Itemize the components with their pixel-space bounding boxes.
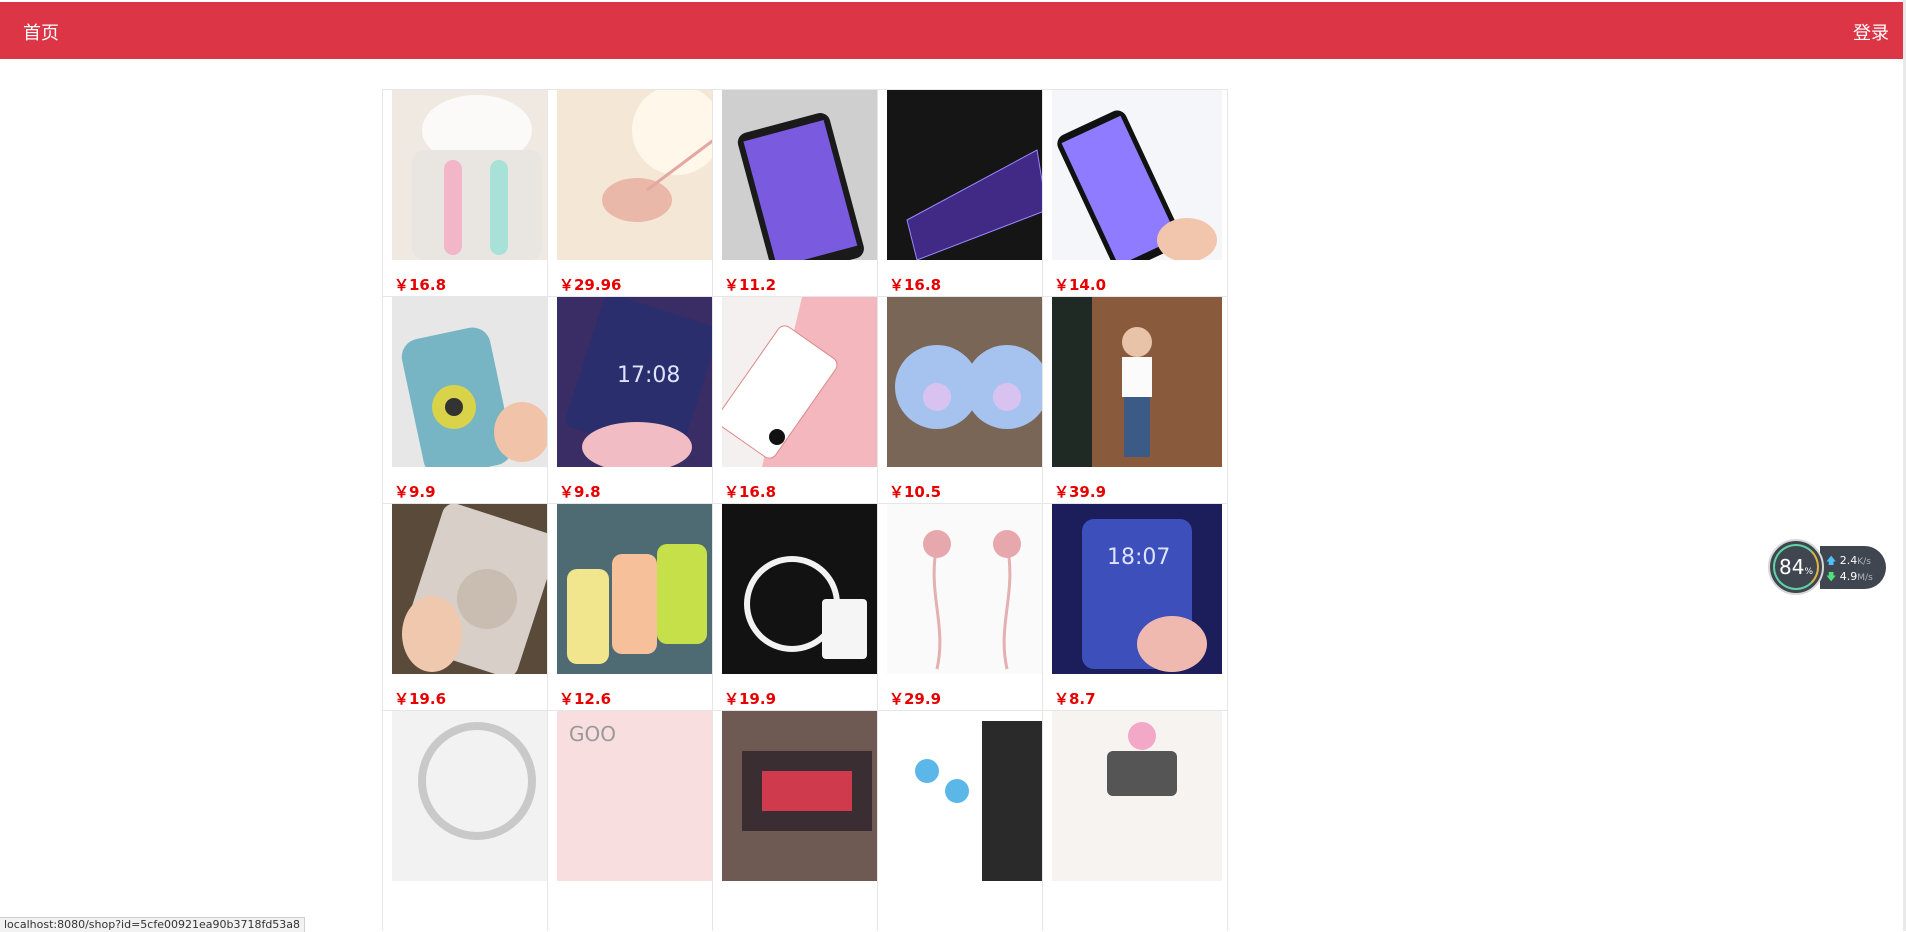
status-bar-url: localhost:8080/shop?id=5cfe00921ea90b371…: [0, 917, 306, 932]
upload-value: 2.4: [1839, 554, 1858, 567]
nav-home-link[interactable]: 首页: [23, 19, 59, 45]
svg-text:18:07: 18:07: [1107, 545, 1170, 570]
product-card[interactable]: ￥29.96超强重低音降噪带麦可通话调: [547, 89, 733, 317]
product-image[interactable]: [392, 711, 562, 881]
upload-arrow-icon: 🡅: [1826, 556, 1837, 567]
product-image[interactable]: [392, 297, 562, 467]
top-navbar: 首页 登录: [0, 2, 1903, 59]
product-image[interactable]: 17:08: [557, 297, 727, 467]
product-card[interactable]: ￥29.9【可调音量】通用入耳式耳机: [877, 503, 1063, 731]
upload-unit: K/s: [1857, 557, 1871, 567]
product-image[interactable]: [392, 504, 562, 674]
product-price: ￥8.7: [1054, 690, 1096, 708]
product-image[interactable]: [887, 90, 1057, 260]
product-image[interactable]: GOO: [557, 711, 727, 881]
product-card[interactable]: ￥39.9迷你蓝牙自拍杆三脚架苹果: [1042, 296, 1228, 524]
memory-percent-value: 84: [1779, 555, 1805, 579]
upload-speed: 🡅 2.4K/s: [1826, 554, 1871, 571]
product-image[interactable]: [887, 297, 1057, 467]
memory-percent: 84%: [1779, 555, 1813, 579]
product-card[interactable]: ￥19.9苹果x/8p充电线6s手机数据线: [712, 503, 898, 731]
product-price: ￥14.0: [1054, 276, 1107, 294]
product-image[interactable]: [392, 90, 562, 260]
product-card[interactable]: 17:08￥9.8买一送一型号全vivo钢化膜: [547, 296, 733, 524]
product-price: ￥9.8: [559, 483, 601, 501]
product-card[interactable]: ￥16.8苹果6plus全屏覆盖抗蓝光: [877, 89, 1063, 317]
product-image[interactable]: 18:07: [1052, 504, 1222, 674]
product-price: ￥19.9: [724, 690, 777, 708]
svg-text:GOO: GOO: [569, 722, 616, 746]
product-image[interactable]: [557, 504, 727, 674]
download-speed: 🡇 4.9M/s: [1826, 570, 1873, 587]
product-price: ￥10.5: [889, 483, 942, 501]
product-price: ￥29.96: [559, 276, 622, 294]
nav-login-link[interactable]: 登录: [1853, 19, 1889, 45]
product-card[interactable]: [382, 710, 568, 931]
product-image[interactable]: [722, 297, 892, 467]
product-card[interactable]: ￥12.6超薄4色磨砂纯色iPhone6S/7: [547, 503, 733, 731]
product-image[interactable]: [722, 504, 892, 674]
svg-text:17:08: 17:08: [617, 363, 680, 388]
product-card[interactable]: ￥9.9vivoy85 x23手机壳OPPOR15荣: [382, 296, 568, 524]
product-price: ￥19.6: [394, 690, 447, 708]
speed-panel: 🡅 2.4K/s 🡇 4.9M/s: [1820, 546, 1886, 589]
product-price: ￥11.2: [724, 276, 777, 294]
product-image[interactable]: [887, 504, 1057, 674]
product-card[interactable]: [712, 710, 898, 931]
product-price: ￥16.8: [394, 276, 447, 294]
product-price: ￥39.9: [1054, 483, 1107, 501]
memory-usage-gauge[interactable]: 84%: [1768, 539, 1824, 595]
product-price: ￥29.9: [889, 690, 942, 708]
product-price: ￥16.8: [889, 276, 942, 294]
product-price: ￥16.8: [724, 483, 777, 501]
product-price: ￥9.9: [394, 483, 436, 501]
product-card[interactable]: ￥19.6卡通蜡笔小新苹果7/8plus潮影: [382, 503, 568, 731]
memory-percent-unit: %: [1804, 567, 1814, 577]
download-arrow-icon: 🡇: [1826, 572, 1837, 583]
product-card[interactable]: ￥11.2抗蓝光OPPOR11全屏钢化膜r15: [712, 89, 898, 317]
product-card[interactable]: 18:07￥8.7苹果5/5s/6/6s6Plus弧边钢化膜: [1042, 503, 1228, 731]
product-image[interactable]: [1052, 711, 1222, 881]
product-image[interactable]: [722, 90, 892, 260]
product-card[interactable]: ￥14.0oppor17钢化膜K1手机膜: [1042, 89, 1228, 317]
network-speed-widget[interactable]: 🡅 2.4K/s 🡇 4.9M/s 84%: [1768, 539, 1888, 596]
product-image[interactable]: [887, 711, 1057, 881]
product-card[interactable]: [877, 710, 1063, 931]
download-unit: M/s: [1857, 573, 1873, 583]
product-card[interactable]: GOO: [547, 710, 733, 931]
product-price: ￥12.6: [559, 690, 612, 708]
product-card[interactable]: ￥16.8唯美彩云线控带麦苹果安卓通: [382, 89, 568, 317]
product-image[interactable]: [1052, 297, 1222, 467]
product-card[interactable]: ￥10.5手机耳机 入耳式线控耳机兼容: [877, 296, 1063, 524]
product-card[interactable]: ￥16.8苹果手机保护套装6s/7plus防尘: [712, 296, 898, 524]
product-grid: ￥16.8唯美彩云线控带麦苹果安卓通￥29.96超强重低音降噪带麦可通话调￥11…: [382, 89, 1372, 931]
product-card[interactable]: [1042, 710, 1228, 931]
download-value: 4.9: [1839, 570, 1858, 583]
product-image[interactable]: [557, 90, 727, 260]
product-image[interactable]: [1052, 90, 1222, 260]
product-image[interactable]: [722, 711, 892, 881]
